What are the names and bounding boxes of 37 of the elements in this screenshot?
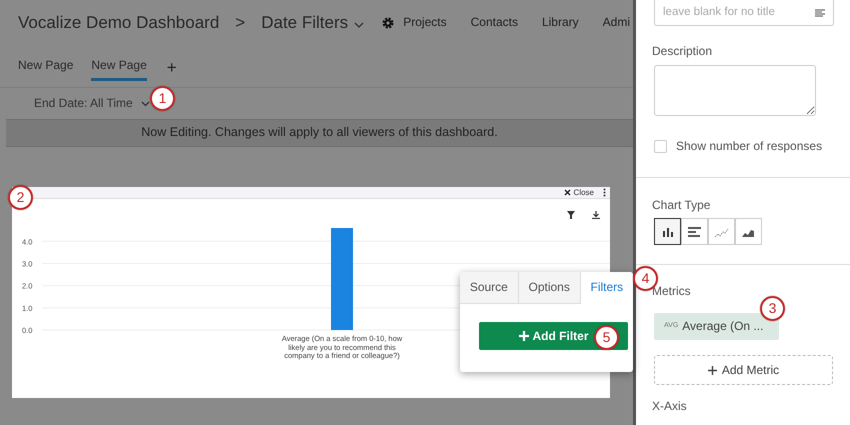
close-button[interactable]: Close <box>564 188 594 198</box>
description-label: Description <box>652 44 714 59</box>
nav-link[interactable]: Library <box>542 15 579 30</box>
description-field[interactable] <box>654 65 816 116</box>
nav-link[interactable]: Contacts <box>470 15 518 30</box>
page-title[interactable]: Date Filters <box>261 12 348 34</box>
horizontal-bar-button[interactable] <box>681 218 708 245</box>
nav-link[interactable]: Admi <box>602 15 630 30</box>
banner-text: Now Editing. Changes will apply to all viewers of this dashboard. <box>141 125 498 141</box>
checkbox-label: Show number of responses <box>676 139 822 154</box>
checkbox[interactable] <box>654 140 667 153</box>
close-icon[interactable] <box>564 189 571 196</box>
page-tab[interactable]: New Page <box>91 52 147 81</box>
chart-type-label: Chart Type <box>652 198 712 213</box>
area-chart-button[interactable] <box>735 218 762 245</box>
horizontal-bar-icon[interactable] <box>687 224 702 238</box>
dashboard-title: Vocalize Demo Dashboard <box>18 12 220 34</box>
breadcrumb-separator: > <box>235 12 246 34</box>
text-format-icon[interactable] <box>815 8 825 16</box>
settings-icon[interactable] <box>381 16 396 30</box>
add-page-button[interactable]: + <box>164 59 177 81</box>
plus-icon[interactable] <box>708 366 717 374</box>
filter-icon[interactable] <box>567 211 575 219</box>
page-tab[interactable]: New Page <box>18 52 74 81</box>
title-field[interactable]: leave blank for no title <box>654 0 834 26</box>
nav-link[interactable]: Projects <box>403 15 447 30</box>
date-filter-dropdown[interactable]: End Date: All Time <box>34 96 150 111</box>
popover-tab[interactable]: Filters <box>580 272 633 304</box>
x-axis-label: X-Axis <box>652 399 687 414</box>
caret-icon[interactable] <box>140 100 150 106</box>
add-metric-button[interactable]: Add Metric <box>654 355 833 385</box>
popover-tab[interactable]: Options <box>518 272 581 304</box>
more-icon[interactable] <box>603 188 606 197</box>
bar-chart-button[interactable] <box>654 218 681 245</box>
download-icon[interactable] <box>592 211 600 219</box>
popover-tab[interactable]: Source <box>460 272 519 304</box>
caret-icon[interactable] <box>354 22 364 28</box>
